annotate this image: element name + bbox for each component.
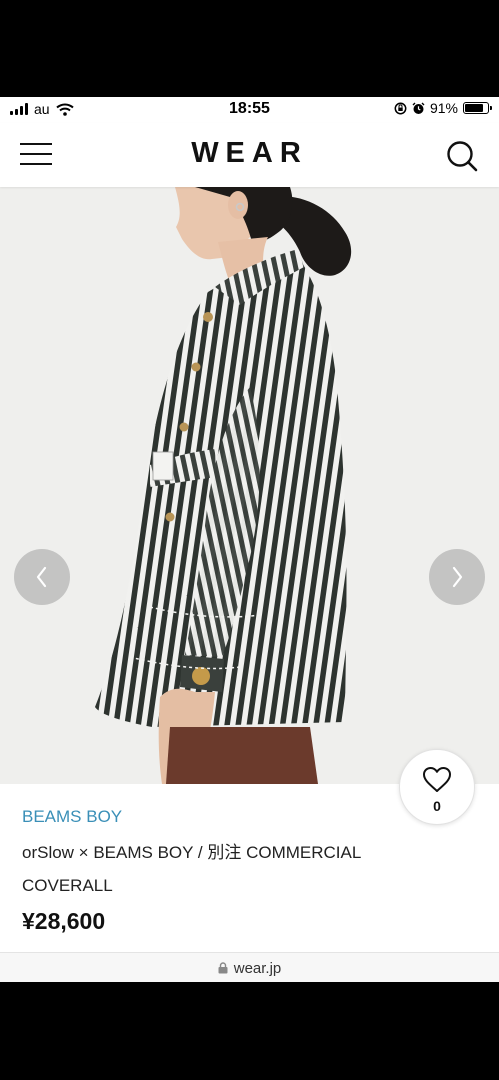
- carousel-next-button[interactable]: [429, 549, 485, 605]
- site-header: WEAR: [0, 123, 499, 187]
- status-bar: au 18:55 91%: [0, 97, 499, 123]
- battery-icon: [463, 102, 492, 114]
- like-count: 0: [433, 798, 441, 814]
- heart-outline-icon: [423, 767, 451, 792]
- carousel-prev-button[interactable]: [14, 549, 70, 605]
- alarm-icon: [412, 102, 425, 114]
- url-text: wear.jp: [233, 959, 282, 977]
- chevron-left-icon: [36, 566, 47, 588]
- orientation-lock-icon: [394, 102, 407, 114]
- lock-icon: [218, 962, 228, 974]
- battery-fill: [465, 104, 483, 112]
- brand-link[interactable]: BEAMS BOY: [22, 807, 122, 827]
- product-image: [0, 187, 499, 784]
- like-button[interactable]: 0: [399, 749, 475, 825]
- search-icon[interactable]: [445, 139, 479, 173]
- chevron-right-icon: [452, 566, 463, 588]
- phone-screen: au 18:55 91% WEAR 0 BEAMS BOY orSlow × B…: [0, 97, 499, 982]
- browser-url-bar[interactable]: wear.jp: [0, 952, 499, 982]
- status-bar-right: 91%: [394, 100, 492, 116]
- wear-logo[interactable]: WEAR: [0, 137, 499, 170]
- product-name: orSlow × BEAMS BOY / 別注 COMMERCIAL COVER…: [22, 843, 361, 895]
- battery-percent: 91%: [429, 100, 458, 116]
- product-photo-illustration: [0, 187, 499, 784]
- product-price: ¥28,600: [22, 908, 106, 934]
